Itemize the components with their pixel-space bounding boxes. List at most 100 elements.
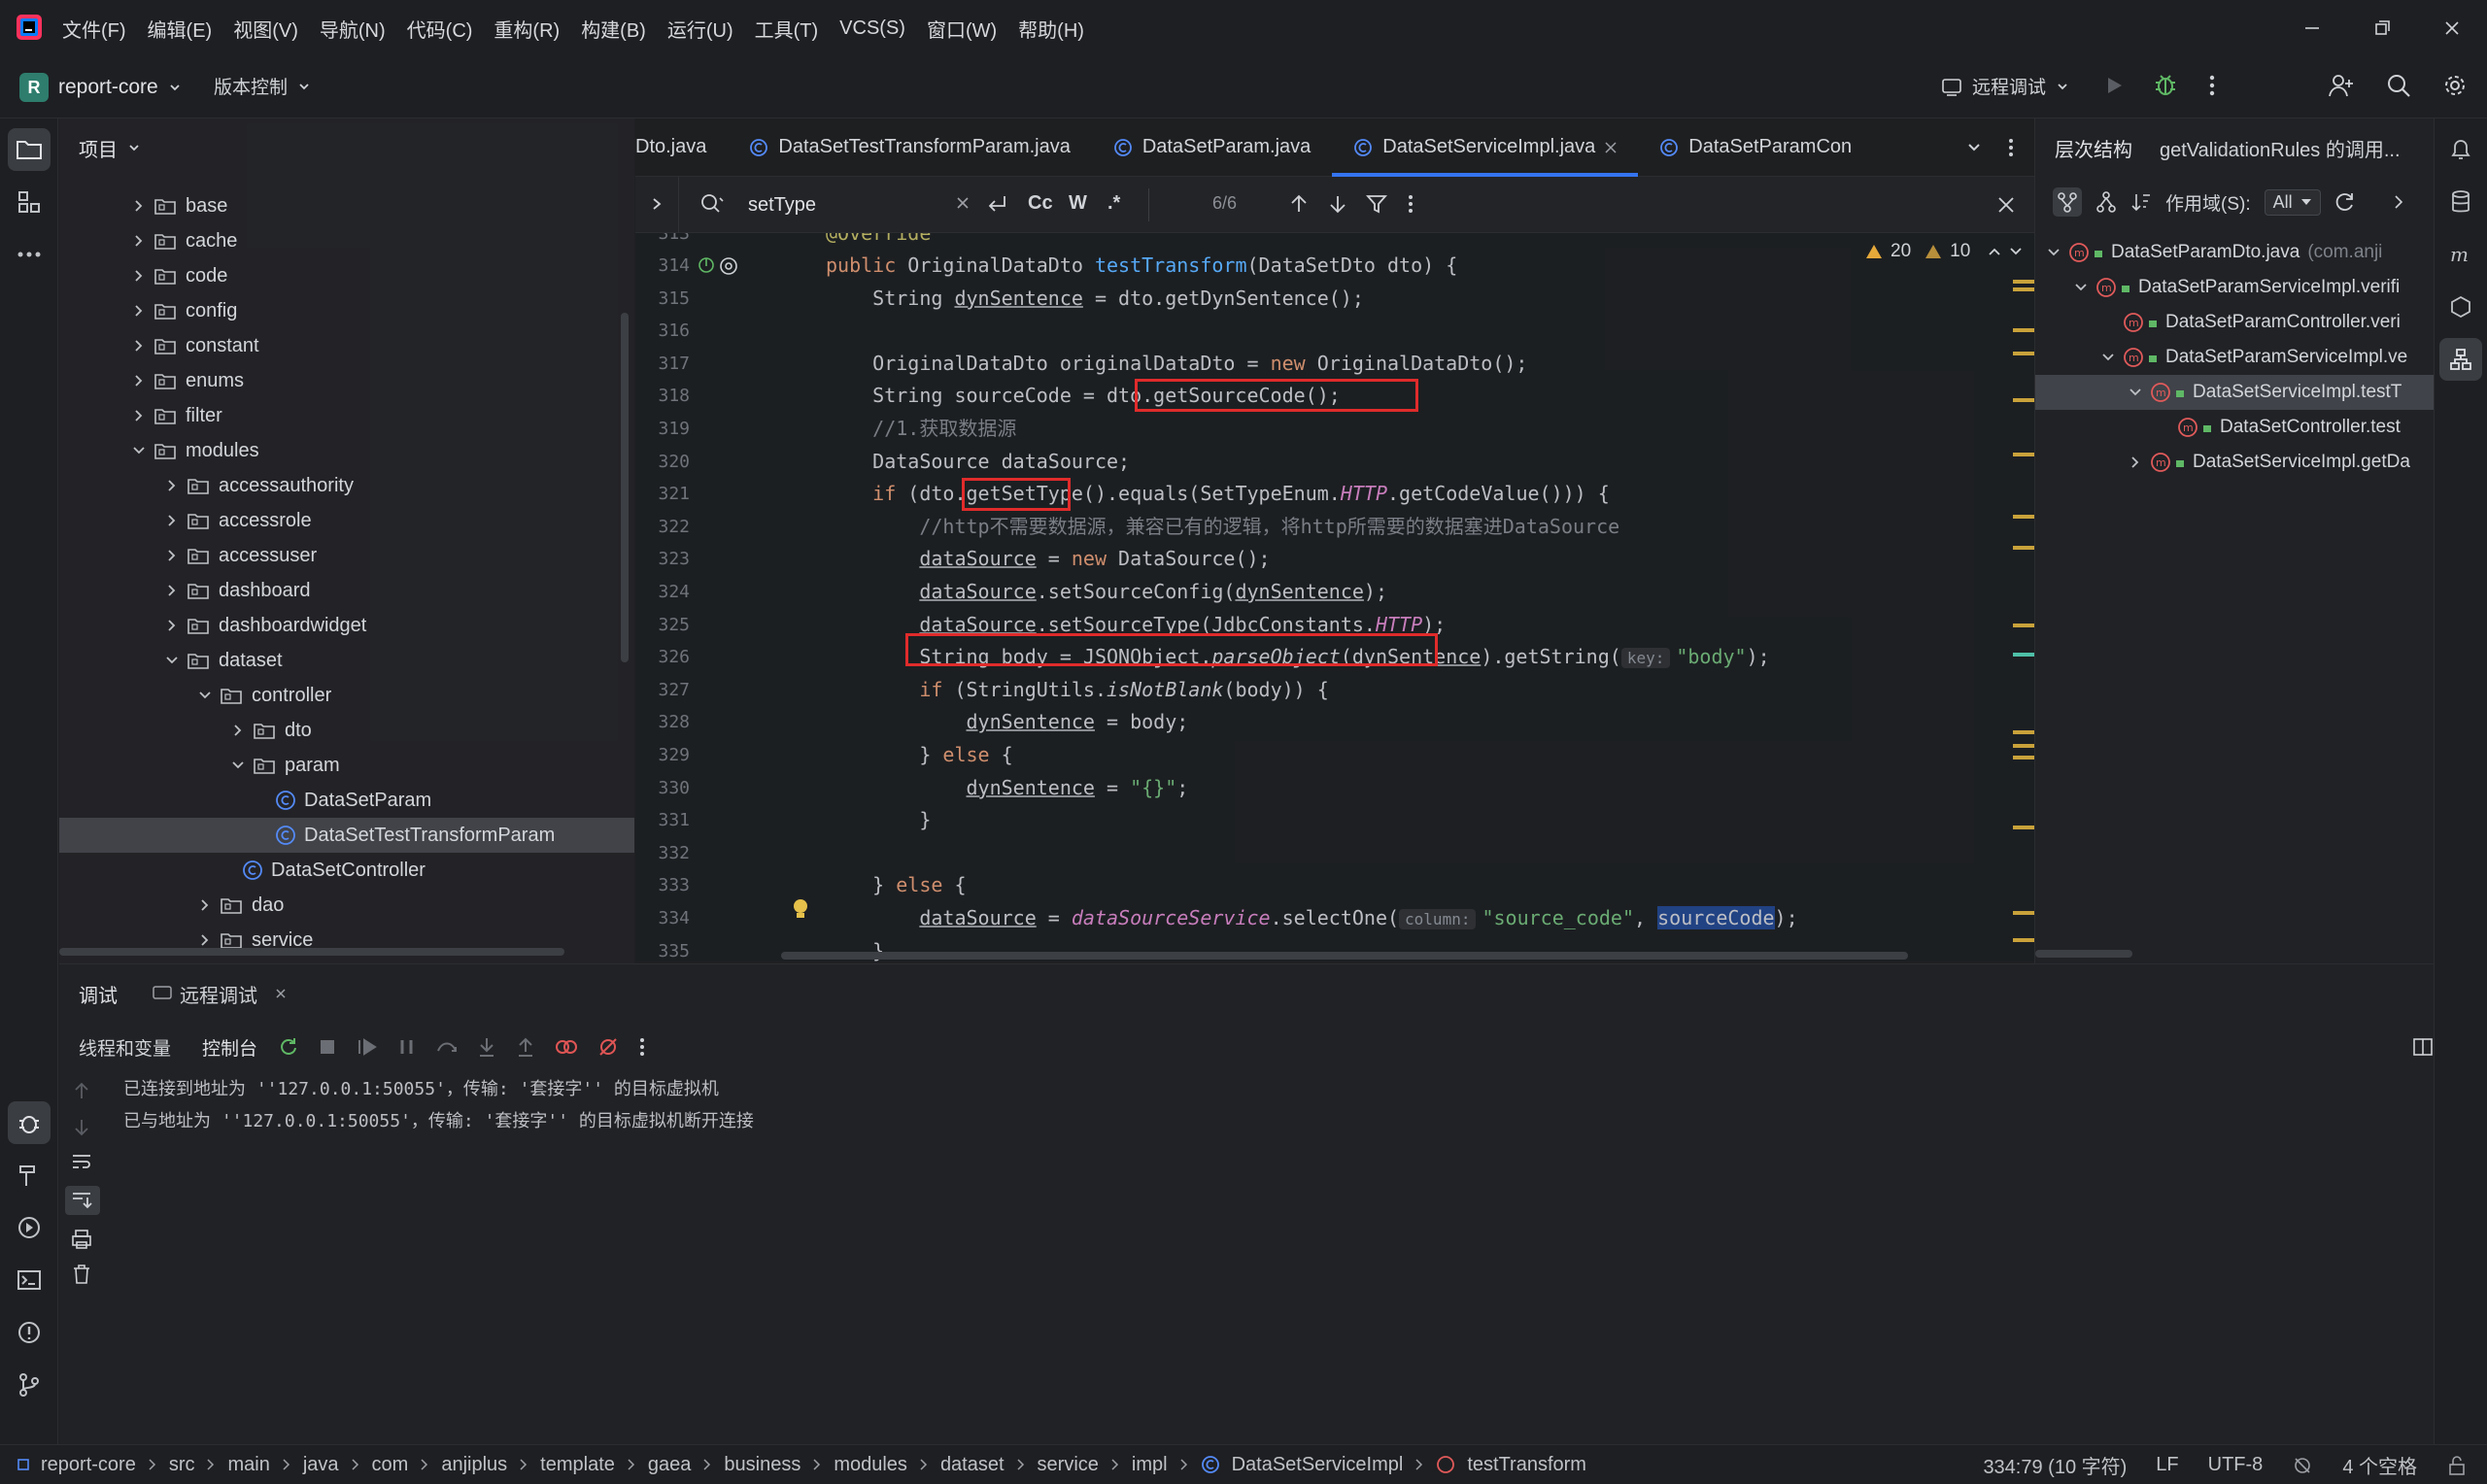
- file-encoding[interactable]: UTF-8: [2208, 1454, 2264, 1476]
- whole-words-toggle[interactable]: W: [1069, 192, 1087, 215]
- tab-hierarchy[interactable]: 层次结构: [2055, 134, 2132, 162]
- override-method-icon[interactable]: [698, 256, 715, 274]
- sub-tab-threads-variables[interactable]: 线程和变量: [79, 1034, 171, 1061]
- lightbulb-icon[interactable]: [791, 897, 810, 921]
- refresh-icon[interactable]: [2334, 191, 2356, 213]
- inspection-widget[interactable]: 20 10: [1865, 241, 2023, 262]
- breadcrumb-item[interactable]: template: [540, 1454, 615, 1476]
- breadcrumb-item[interactable]: DataSetServiceImpl: [1232, 1454, 1404, 1476]
- tree-item[interactable]: modules: [59, 433, 634, 468]
- hierarchy-item[interactable]: m DataSetServiceImpl.testT: [2035, 375, 2435, 410]
- database-button[interactable]: [2439, 181, 2482, 223]
- soft-wrap-icon[interactable]: [71, 1151, 94, 1172]
- tree-item[interactable]: dashboard: [59, 573, 634, 608]
- annotation-icon[interactable]: [719, 256, 738, 276]
- minimize-icon[interactable]: [2277, 0, 2347, 56]
- menu-item[interactable]: 工具(T): [755, 15, 819, 43]
- hierarchy-item[interactable]: m DataSetParamController.veri: [2035, 305, 2435, 340]
- menu-item[interactable]: 重构(R): [494, 15, 560, 43]
- sort-alphabetically-icon[interactable]: [2130, 191, 2152, 213]
- chevron-right-icon[interactable]: [162, 581, 182, 600]
- tree-item[interactable]: cache: [59, 223, 634, 258]
- console-output[interactable]: 已连接到地址为 ''127.0.0.1:50055'，传输: '套接字'' 的目…: [123, 1073, 754, 1137]
- tree-item[interactable]: controller: [59, 678, 634, 713]
- error-stripe-mark[interactable]: [2013, 744, 2034, 748]
- chevron-right-icon[interactable]: [129, 266, 149, 286]
- debug-tool-button[interactable]: [8, 1101, 51, 1144]
- caller-hierarchy-icon[interactable]: [2053, 187, 2082, 217]
- code-editor[interactable]: 313 @Override 314 public OriginalDataDto …: [635, 233, 2034, 961]
- tree-item[interactable]: accessauthority: [59, 468, 634, 503]
- services-tool-button[interactable]: [8, 1206, 51, 1249]
- chevron-right-icon[interactable]: [162, 546, 182, 565]
- breadcrumb-item[interactable]: service: [1038, 1454, 1099, 1476]
- find-input[interactable]: [748, 188, 942, 221]
- tree-item[interactable]: dataset: [59, 643, 634, 678]
- error-stripe-mark[interactable]: [2013, 328, 2034, 332]
- project-switcher[interactable]: R report-core: [19, 73, 182, 102]
- hierarchy-horizontal-scrollbar[interactable]: [2035, 950, 2132, 958]
- breadcrumb-item[interactable]: java: [303, 1454, 339, 1476]
- line-separator[interactable]: LF: [2156, 1454, 2178, 1476]
- error-stripe-mark[interactable]: [2013, 280, 2034, 284]
- hierarchy-item[interactable]: m DataSetParamServiceImpl.ve: [2035, 340, 2435, 375]
- clear-console-icon[interactable]: [71, 1264, 94, 1285]
- terminal-tool-button[interactable]: [8, 1259, 51, 1301]
- error-stripe-mark[interactable]: [2013, 453, 2034, 456]
- chevron-right-icon[interactable]: [162, 616, 182, 635]
- chevron-down-icon[interactable]: [195, 686, 215, 705]
- build-tool-button[interactable]: [8, 1154, 51, 1197]
- menu-item[interactable]: 构建(B): [581, 15, 646, 43]
- step-over-icon[interactable]: [436, 1037, 458, 1057]
- callee-hierarchy-icon[interactable]: [2095, 191, 2117, 213]
- rerun-icon[interactable]: [277, 1036, 298, 1058]
- chevron-down-icon[interactable]: [2074, 281, 2088, 294]
- sub-tab-console[interactable]: 控制台: [202, 1034, 257, 1061]
- error-stripe-mark[interactable]: [2013, 938, 2034, 942]
- notifications-button[interactable]: [2439, 128, 2482, 171]
- chevron-right-icon[interactable]: [228, 721, 248, 740]
- error-stripe-mark[interactable]: [2013, 515, 2034, 519]
- maven-button[interactable]: m: [2439, 233, 2482, 276]
- more-vertical-icon[interactable]: [638, 1036, 646, 1058]
- chevron-down-icon[interactable]: [2047, 246, 2061, 259]
- menu-item[interactable]: 代码(C): [407, 15, 473, 43]
- problems-tool-button[interactable]: [8, 1311, 51, 1354]
- scroll-down-icon[interactable]: [71, 1116, 94, 1137]
- new-line-icon[interactable]: [985, 192, 1008, 216]
- tab-debug[interactable]: 调试: [79, 980, 118, 1008]
- breadcrumb-item[interactable]: testTransform: [1467, 1454, 1586, 1476]
- editor-tab[interactable]: DataSetParamCon: [1638, 118, 1873, 177]
- search-result-mark[interactable]: [2013, 653, 2034, 657]
- error-stripe-mark[interactable]: [2013, 756, 2034, 759]
- editor-tab[interactable]: DataSetParam.java: [1092, 118, 1332, 177]
- menu-item[interactable]: 窗口(W): [927, 15, 997, 43]
- chevron-right-icon[interactable]: [129, 371, 149, 390]
- hierarchy-item[interactable]: m DataSetController.test: [2035, 410, 2435, 445]
- resume-icon[interactable]: [357, 1037, 378, 1057]
- tree-item[interactable]: DataSetParam: [59, 783, 634, 818]
- hierarchy-item[interactable]: m DataSetParamDto.java (com.anji: [2035, 235, 2435, 270]
- next-occurrence-icon[interactable]: [1327, 192, 1348, 216]
- chevron-right-icon[interactable]: [162, 511, 182, 530]
- code-style-icon[interactable]: [2292, 1455, 2313, 1476]
- tree-item[interactable]: DataSetTestTransformParam: [59, 818, 634, 853]
- editor-tab[interactable]: DataSetTestTransformParam.java: [728, 118, 1091, 177]
- menu-item[interactable]: 编辑(E): [148, 15, 213, 43]
- vcs-menu[interactable]: 版本控制: [214, 73, 311, 99]
- more-tools-button[interactable]: [8, 233, 51, 276]
- chevron-down-icon[interactable]: [162, 651, 182, 670]
- chevron-right-icon[interactable]: [129, 231, 149, 251]
- run-config-selector[interactable]: 远程调试: [1941, 73, 2069, 99]
- step-out-icon[interactable]: [516, 1036, 535, 1058]
- editor-tab[interactable]: DataSetServiceImpl.java: [1332, 118, 1639, 177]
- breadcrumb-item[interactable]: com: [372, 1454, 409, 1476]
- tree-item[interactable]: enums: [59, 363, 634, 398]
- tree-item[interactable]: dashboardwidget: [59, 608, 634, 643]
- step-into-icon[interactable]: [477, 1036, 496, 1058]
- mute-breakpoints-icon[interactable]: [597, 1036, 619, 1058]
- chevron-right-icon[interactable]: [2393, 194, 2404, 210]
- tree-horizontal-scrollbar[interactable]: [59, 948, 564, 956]
- breadcrumb-item[interactable]: modules: [834, 1454, 907, 1476]
- tree-item[interactable]: dao: [59, 888, 634, 923]
